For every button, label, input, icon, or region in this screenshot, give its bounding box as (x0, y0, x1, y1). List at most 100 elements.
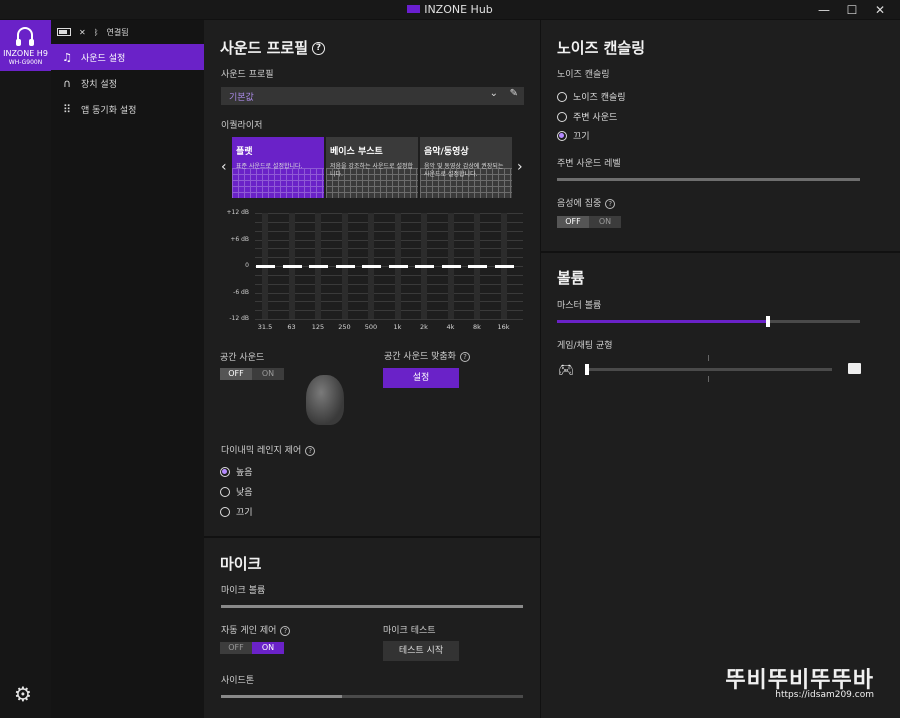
watermark-url: https://idsam209.com (775, 690, 874, 700)
game-chat-balance-label: 게임/채팅 균형 (557, 341, 613, 351)
voice-focus-toggle[interactable]: OFF ON (557, 216, 621, 228)
chevron-left-icon[interactable]: ‹ (221, 159, 227, 175)
eq-band-label: 4k (446, 323, 455, 331)
eq-gridline (255, 283, 523, 285)
preset-card-flat[interactable]: 플랫 표준 사운드로 설정합니다. (232, 137, 324, 198)
eq-y-label: 0 (245, 262, 249, 269)
game-chat-balance-slider[interactable] (585, 364, 832, 375)
help-icon[interactable]: ? (280, 625, 291, 636)
ambient-level-label: 주변 사운드 레벨 (557, 159, 621, 169)
profile-select[interactable]: 기본값 ⌄ ✎ (221, 87, 524, 105)
device-model: WH-G900N (8, 59, 43, 66)
radio-icon (220, 506, 230, 517)
eq-gridline (255, 292, 523, 294)
battery-icon (57, 28, 71, 36)
nav-item-app-sync[interactable]: ⠿ 앱 동기화 설정 (51, 96, 204, 122)
radio-selected-icon (220, 466, 230, 477)
device-tile[interactable]: INZONE H9 WH-G900N (0, 20, 51, 71)
radio-icon (557, 111, 567, 122)
sidetone-slider[interactable] (221, 695, 523, 698)
eq-gridline (255, 257, 523, 259)
grid-icon: ⠿ (62, 102, 72, 116)
headphone-icon: ∩ (62, 76, 72, 90)
help-icon[interactable]: ? (459, 351, 470, 362)
eq-y-label: +6 dB (230, 235, 249, 243)
center-tick (708, 376, 709, 382)
app-logo-icon (407, 5, 421, 13)
help-icon[interactable]: ? (305, 445, 316, 456)
maximize-button[interactable]: ☐ (838, 1, 866, 19)
eq-band-knob[interactable] (282, 265, 302, 268)
window-title: INZONE Hub (424, 3, 493, 16)
radio-selected-icon (557, 130, 567, 141)
eq-y-label: -12 dB (229, 315, 249, 322)
mic-title: 마이크 (220, 555, 262, 573)
drc-option-off[interactable]: 끄기 (220, 505, 253, 518)
mic-test-button[interactable]: 테스트 시작 (383, 641, 459, 661)
eq-gridline (255, 274, 523, 276)
help-icon[interactable]: ? (605, 198, 616, 209)
nc-option-ambient[interactable]: 주변 사운드 (557, 110, 617, 123)
equalizer-label: 이퀄라이저 (221, 121, 263, 131)
eq-band-label: 16k (497, 323, 510, 331)
chevron-right-icon[interactable]: › (517, 159, 523, 175)
eq-y-label: -6 dB (233, 288, 249, 296)
nav-item-device-settings[interactable]: ∩ 장치 설정 (51, 70, 204, 96)
drc-option-low[interactable]: 낮음 (220, 485, 253, 498)
eq-band-knob[interactable] (468, 265, 487, 268)
radio-icon (220, 486, 230, 497)
spatial-optimize-label: 공간 사운드 맞춤화? (384, 349, 470, 362)
eq-gridline (255, 301, 523, 303)
mic-volume-slider[interactable] (221, 605, 523, 608)
sidetone-label: 사이드톤 (221, 676, 255, 686)
drc-option-high[interactable]: 높음 (220, 465, 253, 478)
close-button[interactable]: ✕ (866, 1, 894, 19)
eq-gridline (255, 239, 523, 241)
eq-band-knob[interactable] (494, 265, 514, 268)
eq-band-label: 500 (364, 323, 378, 331)
music-note-icon: ♫ (62, 50, 72, 64)
master-volume-slider[interactable] (557, 316, 860, 327)
minimize-button[interactable]: — (810, 1, 838, 19)
eq-band-label: 8k (473, 323, 481, 331)
nc-option-off[interactable]: 끄기 (557, 129, 590, 142)
radio-icon (557, 91, 567, 102)
agc-toggle[interactable]: OFF ON (220, 642, 284, 654)
eq-band-label: 63 (287, 323, 296, 331)
head-3d-image (306, 375, 344, 425)
eq-band-knob[interactable] (309, 265, 328, 268)
spatial-setup-button[interactable]: 설정 (383, 368, 459, 388)
edit-pencil-icon[interactable]: ✎ (510, 88, 518, 99)
help-icon[interactable]: ? (312, 42, 326, 55)
settings-nav: ✕ ᛒ 연결됨 ♫ 사운드 설정 ∩ 장치 설정 ⠿ 앱 동기화 설정 (51, 20, 204, 718)
spatial-sound-toggle[interactable]: OFF ON (220, 368, 284, 380)
chat-bubble-icon (848, 363, 861, 374)
profile-value: 기본값 (229, 93, 254, 103)
preset-card-bass-boost[interactable]: 베이스 부스트 저음을 강조하는 사운드로 설정합니다. (326, 137, 418, 198)
gear-icon[interactable]: ⚙ (14, 682, 32, 706)
slider-thumb[interactable] (585, 364, 589, 375)
ambient-level-slider[interactable] (557, 178, 860, 181)
eq-band-knob[interactable] (335, 265, 355, 268)
equalizer-graph: +12 dB +6 dB 0 -6 dB -12 dB 31.5 63 125 250 500 1k… (221, 208, 523, 333)
device-name: INZONE H9 (3, 49, 48, 58)
eq-gridline (255, 319, 523, 320)
preset-card-music-video[interactable]: 음악/동영상 음악 및 동영상 감상에 권장되는 사운드로 설정합니다. (420, 137, 512, 198)
master-volume-label: 마스터 볼륨 (557, 301, 602, 311)
eq-band-knob[interactable] (362, 265, 381, 268)
nav-item-sound-settings[interactable]: ♫ 사운드 설정 (51, 44, 204, 70)
eq-band-knob[interactable] (256, 265, 275, 268)
eq-y-label: +12 dB (226, 209, 250, 216)
eq-band-label: 2k (420, 323, 428, 331)
eq-band-knob[interactable] (388, 265, 408, 268)
title-bar: INZONE Hub — ☐ ✕ (0, 0, 900, 20)
eq-band-knob[interactable] (415, 265, 434, 268)
voice-focus-label: 음성에 집중? (557, 196, 616, 209)
eq-band-knob[interactable] (441, 265, 461, 268)
nc-option-noise-canceling[interactable]: 노이즈 캔슬링 (557, 90, 626, 103)
chevron-down-icon[interactable]: ⌄ (490, 88, 498, 99)
profile-label: 사운드 프로필 (221, 70, 274, 80)
slider-thumb[interactable] (766, 316, 770, 327)
eq-gridline (255, 230, 523, 232)
status-row: ✕ ᛒ 연결됨 (51, 20, 204, 44)
